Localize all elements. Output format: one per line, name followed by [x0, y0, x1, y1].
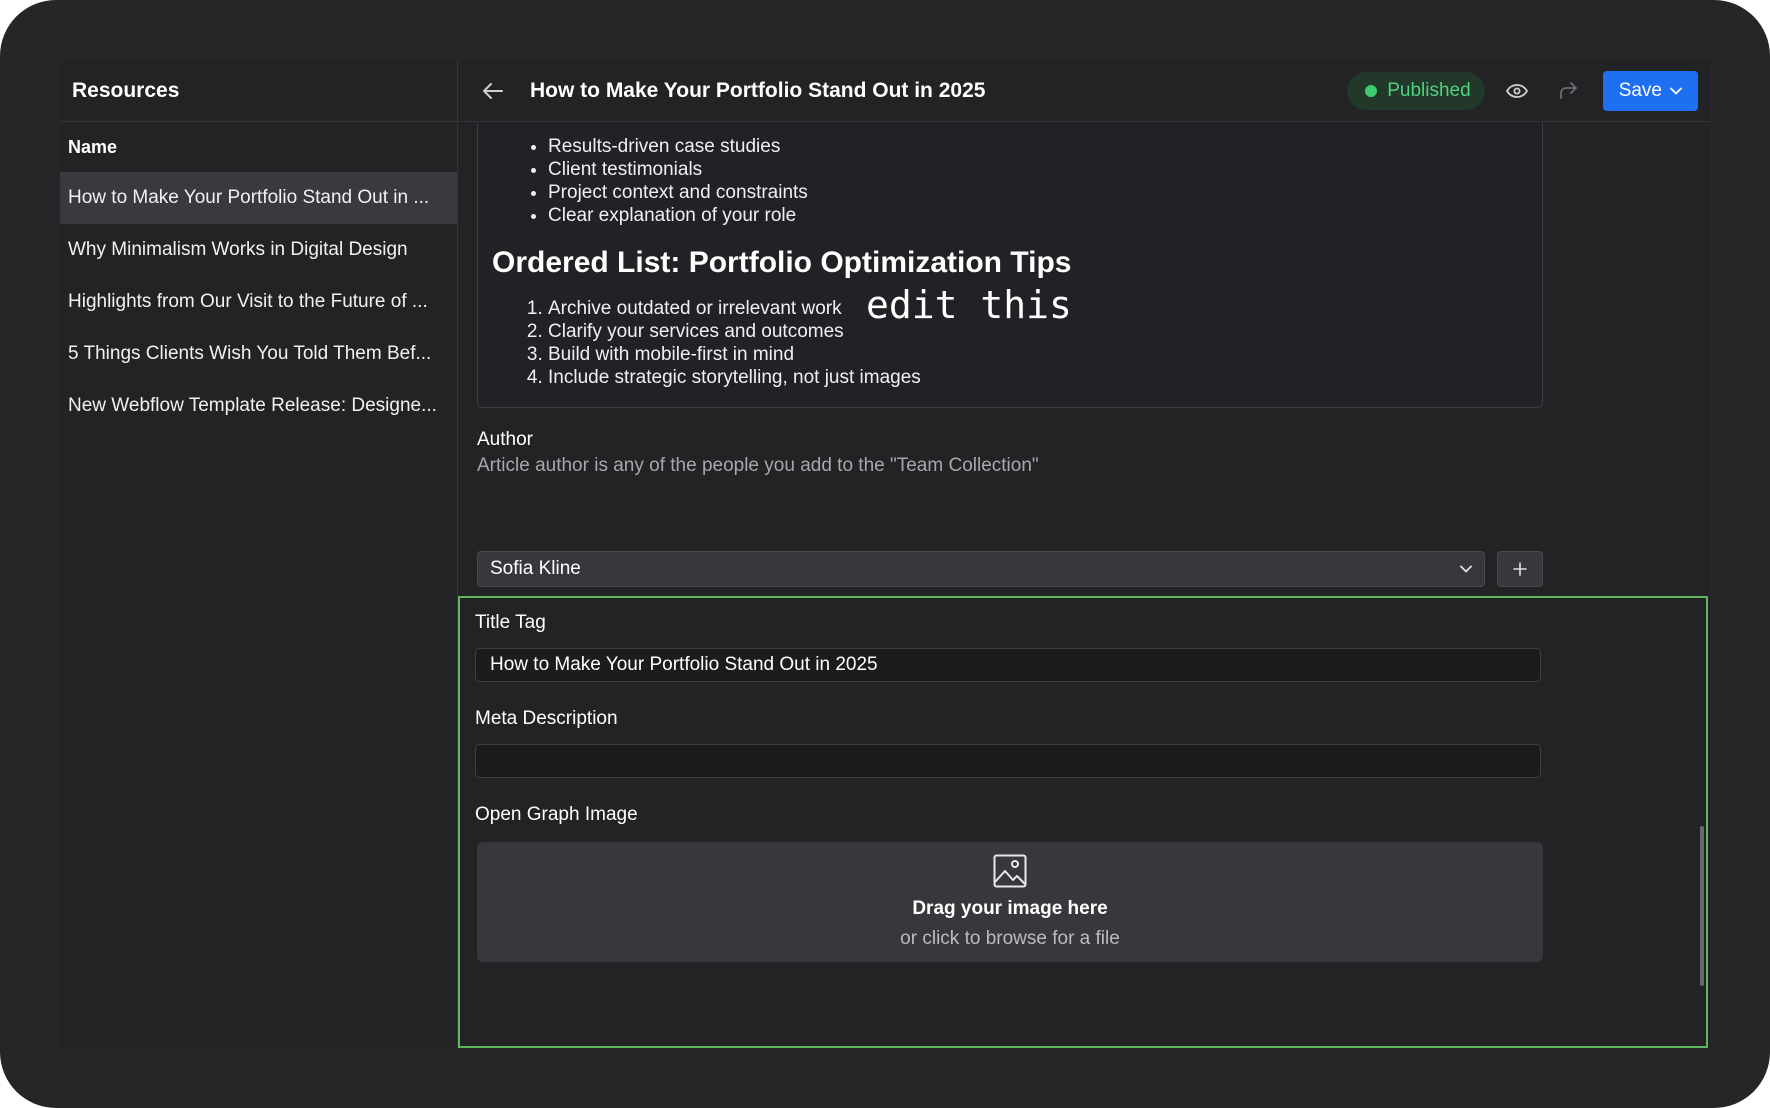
list-item: Archive outdated or irrelevant work	[548, 297, 921, 320]
back-arrow-icon[interactable]	[480, 78, 506, 104]
preview-eye-icon[interactable]	[1497, 71, 1537, 111]
sidebar-item-label: New Webflow Template Release: Designe...	[68, 395, 437, 416]
author-label: Author	[477, 429, 533, 450]
save-button[interactable]: Save	[1602, 70, 1698, 111]
sidebar-item[interactable]: Highlights from Our Visit to the Future …	[60, 276, 457, 328]
sidebar-item[interactable]: 5 Things Clients Wish You Told Them Bef.…	[60, 328, 457, 380]
column-header-name[interactable]: Name	[60, 122, 457, 172]
meta-description-input[interactable]	[475, 744, 1541, 778]
author-select-value: Sofia Kline	[490, 558, 581, 579]
title-tag-label: Title Tag	[475, 612, 546, 633]
list-item: Include strategic storytelling, not just…	[548, 366, 921, 389]
sidebar: Resources Name How to Make Your Portfoli…	[60, 60, 458, 1048]
ordered-list: Archive outdated or irrelevant work Clar…	[548, 297, 921, 389]
seo-settings-section: Title Tag How to Make Your Portfolio Sta…	[458, 596, 1708, 1048]
status-dot-icon	[1365, 84, 1378, 97]
add-author-button[interactable]	[1497, 551, 1543, 587]
dropzone-title: Drag your image here	[912, 898, 1108, 919]
list-item: Clear explanation of your role	[548, 204, 808, 227]
top-bar: How to Make Your Portfolio Stand Out in …	[458, 60, 1710, 122]
sidebar-item-label: Highlights from Our Visit to the Future …	[68, 291, 428, 312]
status-label: Published	[1387, 79, 1471, 101]
sidebar-item-label: Why Minimalism Works in Digital Design	[68, 239, 408, 260]
plus-icon	[1513, 562, 1527, 576]
sidebar-item[interactable]: New Webflow Template Release: Designe...	[60, 380, 457, 432]
sidebar-item-label: 5 Things Clients Wish You Told Them Bef.…	[68, 343, 432, 364]
bullet-list: Results-driven case studies Client testi…	[548, 135, 808, 227]
save-label: Save	[1618, 79, 1662, 101]
rich-text-editor[interactable]: Results-driven case studies Client testi…	[477, 123, 1543, 408]
image-dropzone[interactable]: Drag your image here or click to browse …	[477, 842, 1543, 962]
list-item: Build with mobile-first in mind	[548, 343, 921, 366]
meta-description-label: Meta Description	[475, 708, 618, 729]
sidebar-item-label: How to Make Your Portfolio Stand Out in …	[68, 187, 430, 208]
list-item: Clarify your services and outcomes	[548, 320, 921, 343]
cms-editor: Resources Name How to Make Your Portfoli…	[60, 60, 1710, 1048]
list-item: Results-driven case studies	[548, 135, 808, 158]
dropzone-subtitle: or click to browse for a file	[900, 928, 1120, 949]
status-badge[interactable]: Published	[1347, 71, 1485, 110]
sidebar-item[interactable]: How to Make Your Portfolio Stand Out in …	[60, 172, 457, 224]
author-select[interactable]: Sofia Kline	[477, 551, 1485, 587]
page-title: How to Make Your Portfolio Stand Out in …	[530, 78, 986, 102]
content-area: Results-driven case studies Client testi…	[458, 123, 1710, 1048]
sidebar-title: Resources	[60, 60, 457, 122]
edit-annotation: edit this	[866, 283, 1072, 327]
open-graph-image-label: Open Graph Image	[475, 804, 638, 825]
chevron-down-icon	[1670, 87, 1682, 95]
chevron-down-icon	[1460, 565, 1472, 573]
sidebar-item[interactable]: Why Minimalism Works in Digital Design	[60, 224, 457, 276]
section-heading: Ordered List: Portfolio Optimization Tip…	[492, 246, 1072, 279]
device-frame: Resources Name How to Make Your Portfoli…	[0, 0, 1770, 1108]
list-item: Client testimonials	[548, 158, 808, 181]
author-help-text: Article author is any of the people you …	[477, 455, 1039, 476]
main-panel: How to Make Your Portfolio Stand Out in …	[458, 60, 1710, 1048]
redo-icon[interactable]	[1549, 71, 1589, 111]
image-icon	[993, 854, 1027, 888]
list-item: Project context and constraints	[548, 181, 808, 204]
scrollbar[interactable]	[1700, 826, 1704, 986]
title-tag-input[interactable]: How to Make Your Portfolio Stand Out in …	[475, 648, 1541, 682]
